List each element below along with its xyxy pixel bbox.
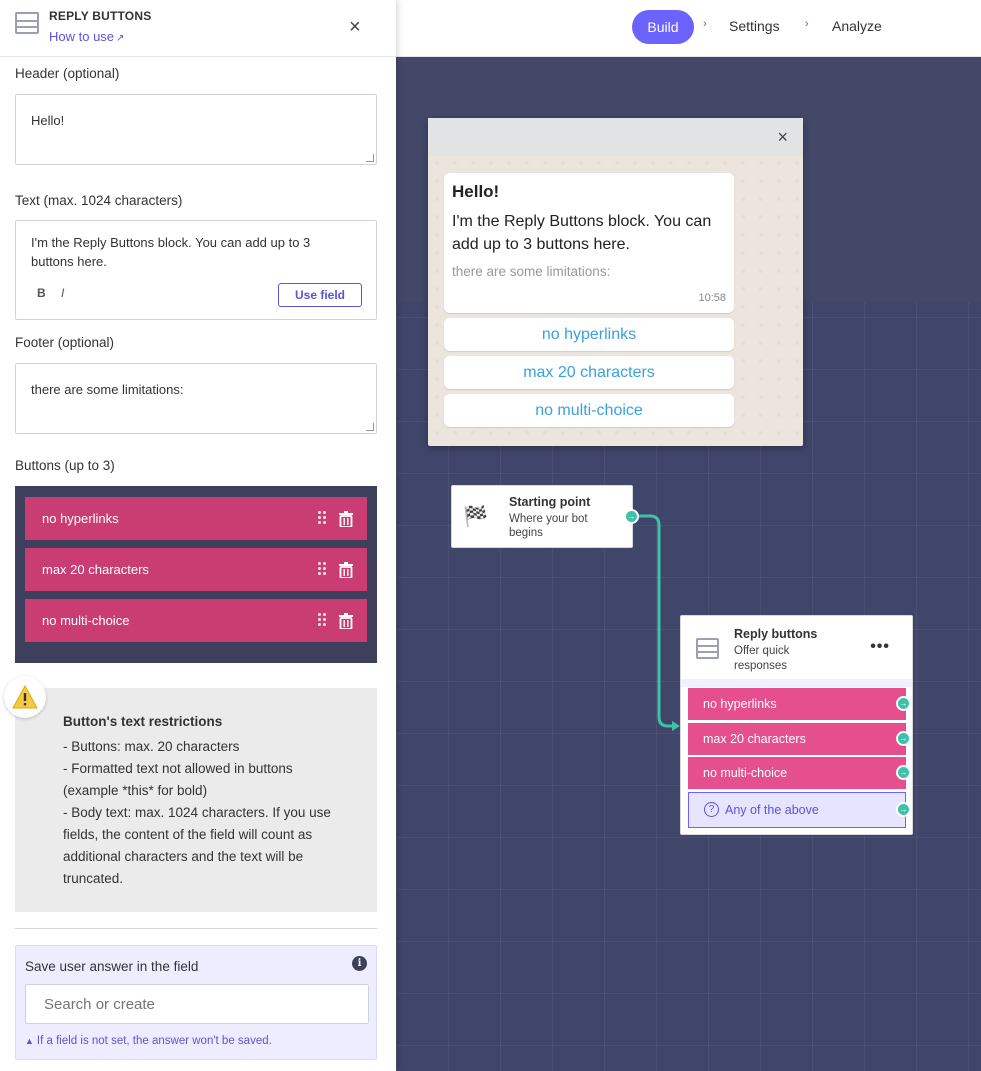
- node-button-label: no hyperlinks: [703, 697, 777, 711]
- node-subtitle: Where your bot begins: [509, 513, 588, 539]
- node-button[interactable]: no multi-choice: [688, 757, 906, 789]
- output-port-icon[interactable]: →: [896, 802, 911, 817]
- node-button-label: no multi-choice: [703, 766, 788, 780]
- starting-point-node[interactable]: 🏁 Starting point Where your bot begins →: [451, 485, 639, 548]
- button-item-label[interactable]: max 20 characters: [42, 562, 149, 577]
- notice-line: - Formatted text not allowed in buttons …: [63, 761, 293, 798]
- node-title: Starting point: [509, 495, 591, 509]
- how-to-use-label: How to use: [49, 29, 115, 44]
- quick-reply-button[interactable]: max 20 characters: [444, 356, 734, 389]
- restrictions-notice: Button's text restrictions - Buttons: ma…: [15, 688, 377, 912]
- node-divider: [681, 679, 912, 687]
- save-hint: ▲ If a field is not set, the answer won't…: [25, 1035, 272, 1047]
- panel-title: REPLY BUTTONS: [49, 9, 152, 23]
- format-toolbar: B I: [37, 284, 64, 303]
- drag-handle-icon[interactable]: [317, 510, 327, 526]
- message-bubble: Hello! I'm the Reply Buttons block. You …: [444, 173, 734, 313]
- message-body: I'm the Reply Buttons block. You can add…: [452, 213, 712, 253]
- footer-value: there are some limitations:: [31, 382, 184, 397]
- output-port-icon[interactable]: →: [896, 696, 911, 711]
- node-button[interactable]: no hyperlinks: [688, 688, 906, 720]
- output-port-icon[interactable]: →: [896, 765, 911, 780]
- more-options-icon[interactable]: •••: [870, 638, 890, 656]
- panel-header: REPLY BUTTONS How to use ↗ ×: [0, 0, 396, 57]
- button-item[interactable]: max 20 characters: [25, 548, 367, 591]
- section-divider: [15, 928, 377, 929]
- drag-handle-icon[interactable]: [317, 561, 327, 577]
- chevron-right-icon: ›: [805, 18, 809, 30]
- warning-triangle-icon: ▲: [25, 1036, 34, 1046]
- trash-icon[interactable]: [339, 613, 353, 629]
- use-field-button[interactable]: Use field: [278, 283, 362, 307]
- node-button[interactable]: max 20 characters: [688, 723, 906, 755]
- checkered-flag-icon: 🏁: [463, 506, 488, 528]
- node-button-label: max 20 characters: [703, 732, 806, 746]
- footer-label: Footer (optional): [15, 335, 115, 350]
- quick-reply-button[interactable]: no multi-choice: [444, 394, 734, 427]
- preview-header: ×: [428, 118, 803, 156]
- button-item-label[interactable]: no hyperlinks: [42, 511, 119, 526]
- any-of-the-above-button[interactable]: ? Any of the above: [688, 792, 906, 828]
- nav-settings-tab[interactable]: Settings: [729, 18, 780, 34]
- output-port-icon[interactable]: →: [624, 509, 639, 524]
- output-port-icon[interactable]: →: [896, 731, 911, 746]
- save-answer-label: Save user answer in the field: [25, 959, 199, 974]
- save-answer-section: Save user answer in the field i ▲If a fi…: [15, 945, 377, 1060]
- reply-buttons-icon: [696, 638, 719, 659]
- buttons-label: Buttons (up to 3): [15, 458, 115, 473]
- message-footer: there are some limitations:: [452, 264, 611, 279]
- external-link-icon: ↗: [116, 33, 125, 44]
- header-label: Header (optional): [15, 66, 120, 81]
- block-settings-panel: REPLY BUTTONS How to use ↗ × Header (opti…: [0, 0, 396, 1071]
- text-label: Text (max. 1024 characters): [15, 193, 183, 208]
- italic-icon[interactable]: I: [61, 286, 64, 300]
- chevron-right-icon: ›: [703, 18, 707, 30]
- drag-handle-icon[interactable]: [317, 612, 327, 628]
- nav-analyze-tab[interactable]: Analyze: [832, 18, 882, 34]
- buttons-list: no hyperlinks max 20 characters no multi…: [15, 486, 377, 663]
- close-icon[interactable]: ×: [777, 127, 788, 148]
- button-item-label[interactable]: no multi-choice: [42, 613, 129, 628]
- header-value: Hello!: [31, 113, 65, 128]
- node-subtitle: Offer quick responses: [734, 645, 790, 672]
- trash-icon[interactable]: [339, 511, 353, 527]
- header-input[interactable]: Hello!: [15, 94, 377, 165]
- question-icon: ?: [704, 802, 719, 817]
- info-icon[interactable]: i: [352, 956, 367, 971]
- notice-line: - Body text: max. 1024 characters. If yo…: [63, 805, 331, 886]
- how-to-use-link[interactable]: How to use ↗: [49, 29, 124, 44]
- resize-handle-icon[interactable]: [366, 154, 374, 162]
- button-item[interactable]: no multi-choice: [25, 599, 367, 642]
- whatsapp-preview: × Hello! I'm the Reply Buttons block. Yo…: [428, 118, 803, 446]
- save-hint-text: If a field is not set, the answer won't …: [36, 1035, 272, 1047]
- quick-reply-button[interactable]: no hyperlinks: [444, 318, 734, 351]
- trash-icon[interactable]: [339, 562, 353, 578]
- reply-buttons-node[interactable]: Reply buttons Offer quick responses ••• …: [680, 615, 913, 835]
- node-title: Reply buttons: [734, 627, 818, 641]
- text-input[interactable]: I'm the Reply Buttons block. You can add…: [15, 220, 377, 320]
- bold-icon[interactable]: B: [37, 286, 46, 300]
- message-time: 10:58: [698, 292, 726, 304]
- button-item[interactable]: no hyperlinks: [25, 497, 367, 540]
- close-icon[interactable]: ×: [349, 17, 361, 37]
- field-search-input[interactable]: [25, 984, 369, 1024]
- resize-handle-icon[interactable]: [366, 423, 374, 431]
- notice-text: - Buttons: max. 20 characters - Formatte…: [63, 736, 333, 890]
- nav-build-tab[interactable]: Build: [632, 10, 694, 44]
- any-label: Any of the above: [725, 803, 819, 817]
- notice-title: Button's text restrictions: [63, 714, 223, 729]
- warning-icon: [4, 676, 46, 718]
- notice-line: - Buttons: max. 20 characters: [63, 739, 240, 754]
- footer-input[interactable]: there are some limitations:: [15, 363, 377, 434]
- reply-buttons-icon: [15, 12, 39, 34]
- message-header: Hello!: [452, 182, 500, 201]
- text-value: I'm the Reply Buttons block. You can add…: [31, 235, 311, 269]
- top-nav: Build › Settings › Analyze: [396, 0, 981, 57]
